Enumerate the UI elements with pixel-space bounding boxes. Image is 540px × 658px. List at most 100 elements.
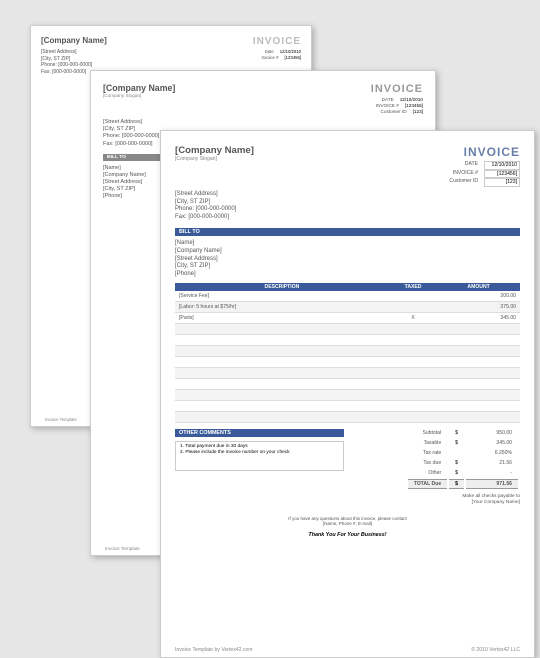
item-amount: 375.00 [437, 302, 520, 313]
other-value: - [466, 469, 518, 477]
table-row [175, 324, 520, 335]
payable-line2: [Your Company Name] [352, 500, 521, 506]
item-amount [437, 335, 520, 346]
taxable-value: 345.00 [466, 439, 518, 447]
company-slogan: [Company Slogan] [175, 156, 254, 162]
invnum-value: [123456] [284, 55, 301, 61]
item-taxed [389, 346, 437, 357]
item-taxed [389, 324, 437, 335]
col-desc: DESCRIPTION [175, 283, 389, 291]
table-row [175, 335, 520, 346]
total-label: TOTAL Due [408, 479, 447, 489]
table-row: [Parts]X345.00 [175, 313, 520, 324]
billto-name: [Name] [175, 240, 520, 248]
item-amount: 200.00 [437, 291, 520, 302]
item-taxed [389, 412, 437, 423]
footer-q2: [Name, Phone #, E-mail] [175, 521, 520, 526]
comments-box: 1. Total payment due in 30 days 2. Pleas… [175, 441, 344, 471]
table-row [175, 390, 520, 401]
item-taxed [389, 390, 437, 401]
table-row [175, 379, 520, 390]
totals-block: Subtotal$950.00 Taxable$345.00 Tax rate6… [352, 427, 521, 491]
item-taxed [389, 302, 437, 313]
item-desc [175, 346, 389, 357]
item-amount [437, 379, 520, 390]
company-name: [Company Name] [103, 83, 175, 93]
item-desc [175, 368, 389, 379]
addr-phone: Phone: [000-000-0000] [175, 206, 520, 214]
tax-label: Tax due [408, 459, 447, 467]
credit-left: Invoice Template [45, 417, 77, 422]
table-row [175, 357, 520, 368]
table-row [175, 412, 520, 423]
item-amount [437, 324, 520, 335]
rate-label: Tax rate [408, 449, 447, 457]
date-label: DATE [465, 161, 478, 170]
cust-label: Customer ID [449, 178, 478, 187]
addr-city: [City, ST ZIP] [175, 199, 520, 207]
table-row [175, 368, 520, 379]
item-desc [175, 412, 389, 423]
cust-value: [123] [413, 109, 423, 115]
invnum-label: INVOICE # [453, 170, 478, 179]
invoice-page-front: [Company Name] [Company Slogan] INVOICE … [160, 130, 535, 658]
date-value: 12/10/2010 [484, 161, 520, 170]
billto-co: [Company Name] [175, 248, 520, 256]
cust-label: Customer ID [381, 109, 407, 115]
billto-city: [City, ST ZIP] [175, 263, 520, 271]
item-amount [437, 346, 520, 357]
item-desc [175, 390, 389, 401]
item-taxed: X [389, 313, 437, 324]
company-slogan: [Company Slogan] [103, 93, 175, 98]
invoice-title: INVOICE [253, 36, 301, 47]
invoice-title: INVOICE [371, 83, 423, 95]
item-amount [437, 401, 520, 412]
company-name: [Company Name] [41, 36, 107, 45]
total-value: 971.56 [466, 479, 518, 489]
invnum-value: [123456] [484, 170, 520, 179]
item-desc: [Labor: 5 hours at $75/hr] [175, 302, 389, 313]
taxable-label: Taxable [408, 439, 447, 447]
item-taxed [389, 357, 437, 368]
table-row [175, 401, 520, 412]
table-row [175, 346, 520, 357]
item-amount [437, 412, 520, 423]
addr-street: [Street Address] [175, 191, 520, 199]
item-desc [175, 335, 389, 346]
invoice-title: INVOICE [449, 145, 520, 159]
addr-street: [Street Address] [103, 119, 423, 126]
comment-line: 2. Please include the invoice number on … [180, 450, 339, 456]
item-desc [175, 324, 389, 335]
addr-fax: Fax: [000-000-0000] [175, 214, 520, 222]
table-row: [Labor: 5 hours at $75/hr] 375.00 [175, 302, 520, 313]
billto-phone: [Phone] [175, 271, 520, 279]
invnum-label: Invoice # [261, 55, 278, 61]
item-taxed [389, 291, 437, 302]
subtotal-label: Subtotal [408, 429, 447, 437]
thank-you: Thank You For Your Business! [175, 532, 520, 538]
item-desc [175, 379, 389, 390]
comments-header: OTHER COMMENTS [175, 429, 344, 437]
rate-value: 6.250% [466, 449, 518, 457]
item-amount [437, 368, 520, 379]
col-amount: AMOUNT [437, 283, 520, 291]
other-label: Other [408, 469, 447, 477]
item-taxed [389, 335, 437, 346]
billto-header: BILL TO [175, 228, 520, 236]
item-taxed [389, 379, 437, 390]
item-amount: 345.00 [437, 313, 520, 324]
billto-street: [Street Address] [175, 256, 520, 264]
item-amount [437, 390, 520, 401]
item-desc: [Parts] [175, 313, 389, 324]
cust-value: [123] [484, 178, 520, 187]
table-row: [Service Fee] 200.00 [175, 291, 520, 302]
subtotal-value: 950.00 [466, 429, 518, 437]
item-amount [437, 357, 520, 368]
credit-left: Invoice Template [105, 546, 140, 551]
item-taxed [389, 368, 437, 379]
col-taxed: TAXED [389, 283, 437, 291]
line-items-table: DESCRIPTION TAXED AMOUNT [Service Fee] 20… [175, 283, 520, 423]
tax-value: 21.56 [466, 459, 518, 467]
item-desc [175, 357, 389, 368]
item-desc: [Service Fee] [175, 291, 389, 302]
